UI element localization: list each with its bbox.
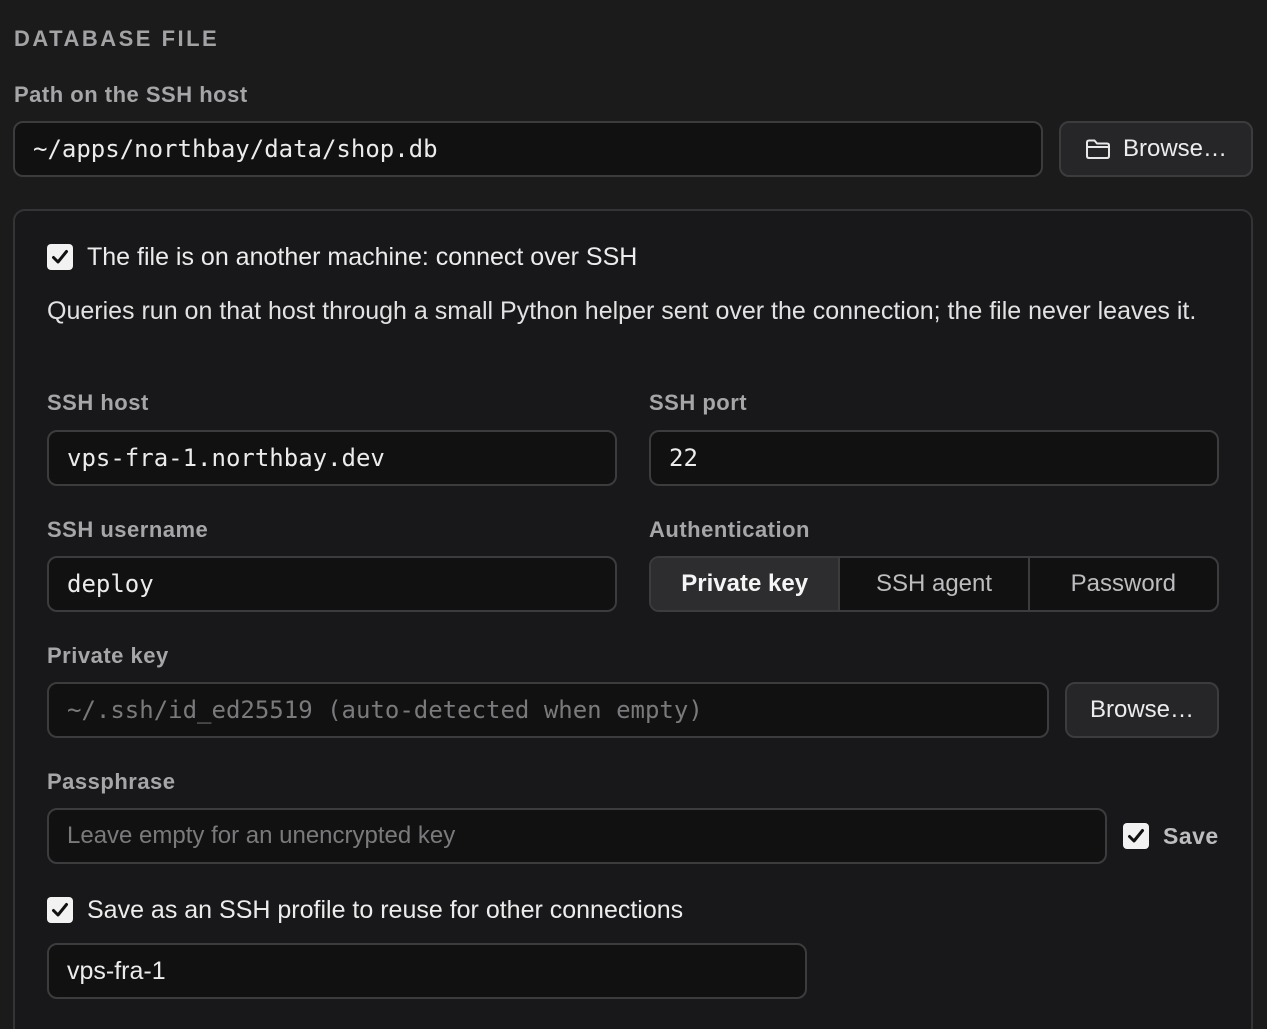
path-value: ~/apps/northbay/data/shop.db <box>33 135 438 163</box>
ssh-username-value: deploy <box>67 570 154 598</box>
ssh-host-value: vps-fra-1.northbay.dev <box>67 444 385 472</box>
folder-icon <box>1085 138 1111 160</box>
ssh-username-label: SSH username <box>47 517 209 542</box>
ssh-description: Queries run on that host through a small… <box>47 297 1197 325</box>
auth-segmented-control: Private key SSH agent Password <box>649 556 1219 612</box>
private-key-placeholder: ~/.ssh/id_ed25519 (auto-detected when em… <box>67 696 703 724</box>
passphrase-label: Passphrase <box>47 769 176 794</box>
auth-option-password[interactable]: Password <box>1027 558 1217 610</box>
private-key-browse-label: Browse… <box>1089 696 1195 723</box>
profile-name-input[interactable]: vps-fra-1 <box>47 943 807 999</box>
path-label: Path on the SSH host <box>14 82 248 107</box>
ssh-enabled-label[interactable]: The file is on another machine: connect … <box>87 243 637 272</box>
checkmark-icon <box>1126 826 1146 846</box>
checkmark-icon <box>50 247 70 267</box>
path-browse-label: Browse… <box>1122 135 1228 162</box>
ssh-port-value: 22 <box>669 444 698 472</box>
ssh-port-label: SSH port <box>649 390 748 415</box>
private-key-input[interactable]: ~/.ssh/id_ed25519 (auto-detected when em… <box>47 682 1049 738</box>
checkmark-icon <box>50 900 70 920</box>
passphrase-save-label[interactable]: Save <box>1163 823 1219 850</box>
profile-name-value: vps-fra-1 <box>67 956 166 985</box>
auth-option-private-key[interactable]: Private key <box>651 558 839 610</box>
passphrase-input[interactable]: Leave empty for an unencrypted key <box>47 808 1107 864</box>
ssh-host-input[interactable]: vps-fra-1.northbay.dev <box>47 430 617 486</box>
passphrase-save-checkbox[interactable] <box>1123 823 1149 849</box>
auth-label: Authentication <box>649 517 810 542</box>
private-key-label: Private key <box>47 643 169 668</box>
ssh-host-label: SSH host <box>47 390 149 415</box>
path-browse-button[interactable]: Browse… <box>1059 121 1253 177</box>
passphrase-placeholder: Leave empty for an unencrypted key <box>67 822 456 849</box>
save-profile-checkbox[interactable] <box>47 897 73 923</box>
private-key-browse-button[interactable]: Browse… <box>1065 682 1219 738</box>
section-title: DATABASE FILE <box>14 26 220 51</box>
ssh-enabled-checkbox[interactable] <box>47 244 73 270</box>
ssh-username-input[interactable]: deploy <box>47 556 617 612</box>
save-profile-label[interactable]: Save as an SSH profile to reuse for othe… <box>87 896 683 925</box>
database-file-form: DATABASE FILE Path on the SSH host ~/app… <box>0 0 1267 1029</box>
auth-option-ssh-agent[interactable]: SSH agent <box>838 558 1027 610</box>
ssh-port-input[interactable]: 22 <box>649 430 1219 486</box>
path-input[interactable]: ~/apps/northbay/data/shop.db <box>13 121 1043 177</box>
